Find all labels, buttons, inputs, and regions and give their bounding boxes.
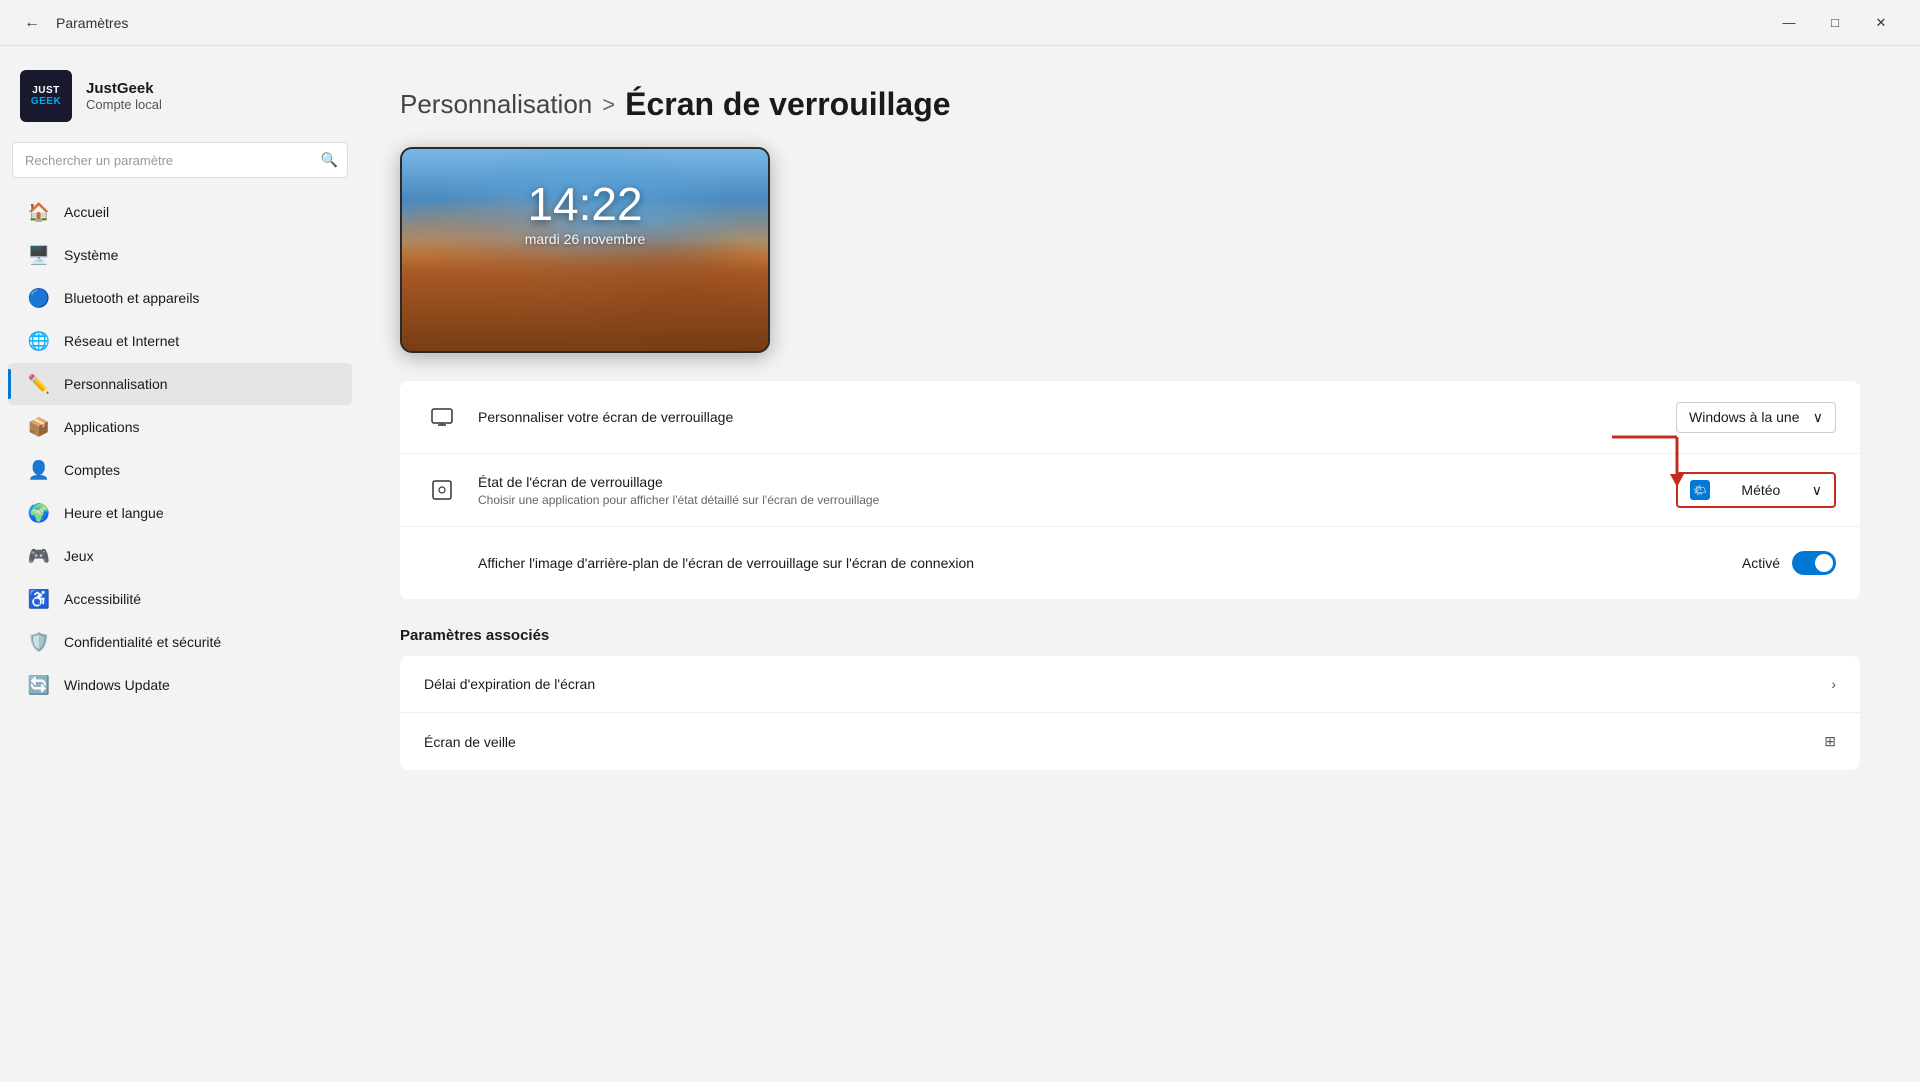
settings-row-etat: État de l'écran de verrouillage Choisir … [400, 454, 1860, 527]
titlebar: ← Paramètres — □ ✕ [0, 0, 1920, 46]
sidebar-item-reseau[interactable]: 🌐 Réseau et Internet [8, 320, 352, 362]
personnalisation-label: Personnalisation [64, 376, 168, 392]
lockscreen-preview: 14:22 mardi 26 novembre [400, 147, 770, 353]
arriere-plan-content: Afficher l'image d'arrière-plan de l'écr… [478, 555, 1742, 571]
reseau-icon: 🌐 [28, 330, 50, 352]
toggle-label: Activé [1742, 555, 1780, 571]
sidebar-item-applications[interactable]: 📦 Applications [8, 406, 352, 448]
breadcrumb-separator: > [602, 92, 615, 118]
logo-line2: GEEK [31, 96, 61, 107]
list-row-title-delai: Délai d'expiration de l'écran [424, 676, 1831, 692]
personnaliser-dropdown[interactable]: Windows à la une ∨ [1676, 402, 1836, 433]
logo-line1: JUST [32, 85, 60, 96]
accueil-label: Accueil [64, 204, 109, 220]
sidebar-item-comptes[interactable]: 👤 Comptes [8, 449, 352, 491]
personnaliser-title: Personnaliser votre écran de verrouillag… [478, 409, 1676, 425]
etat-control: 🌤 Météo ∨ [1676, 472, 1836, 508]
jeux-icon: 🎮 [28, 545, 50, 567]
bluetooth-icon: 🔵 [28, 287, 50, 309]
list-row-title-veille: Écran de veille [424, 734, 1824, 750]
sidebar-item-confidentialite[interactable]: 🛡️ Confidentialité et sécurité [8, 621, 352, 663]
etat-icon [424, 472, 460, 508]
windows-update-label: Windows Update [64, 677, 170, 693]
chevron-down-icon: ∨ [1813, 409, 1823, 426]
etat-content: État de l'écran de verrouillage Choisir … [478, 474, 1676, 507]
window-controls: — □ ✕ [1766, 0, 1904, 46]
user-role: Compte local [86, 97, 162, 112]
user-info: JustGeek Compte local [86, 80, 162, 112]
section-heading: Paramètres associés [400, 603, 1860, 656]
etat-dropdown-value: Météo [1741, 482, 1780, 498]
applications-icon: 📦 [28, 416, 50, 438]
lockscreen-date: mardi 26 novembre [525, 231, 646, 247]
comptes-icon: 👤 [28, 459, 50, 481]
confidentialite-label: Confidentialité et sécurité [64, 634, 221, 650]
sidebar-item-windows-update[interactable]: 🔄 Windows Update [8, 664, 352, 706]
search-icon: 🔍 [321, 152, 338, 169]
associated-settings-card: Délai d'expiration de l'écran›Écran de v… [400, 656, 1860, 770]
sidebar-item-bluetooth[interactable]: 🔵 Bluetooth et appareils [8, 277, 352, 319]
personnaliser-control: Windows à la une ∨ [1676, 402, 1836, 433]
sidebar-nav: 🏠 Accueil 🖥️ Système 🔵 Bluetooth et appareils… [0, 190, 360, 707]
sidebar-item-accessibilite[interactable]: ♿ Accessibilité [8, 578, 352, 620]
personnaliser-content: Personnaliser votre écran de verrouillag… [478, 409, 1676, 425]
search-container: 🔍 [12, 142, 348, 178]
list-row-delai[interactable]: Délai d'expiration de l'écran› [400, 656, 1860, 713]
sidebar-item-jeux[interactable]: 🎮 Jeux [8, 535, 352, 577]
accueil-icon: 🏠 [28, 201, 50, 223]
personnalisation-icon: ✏️ [28, 373, 50, 395]
lockscreen-time: 14:22 [527, 177, 642, 231]
sidebar-item-heure[interactable]: 🌍 Heure et langue [8, 492, 352, 534]
applications-label: Applications [64, 419, 140, 435]
arriere-plan-toggle[interactable] [1792, 551, 1836, 575]
user-name: JustGeek [86, 80, 162, 97]
settings-card-main: Personnaliser votre écran de verrouillag… [400, 381, 1860, 599]
jeux-label: Jeux [64, 548, 94, 564]
breadcrumb-parent: Personnalisation [400, 89, 592, 120]
sidebar-item-personnalisation[interactable]: ✏️ Personnalisation [8, 363, 352, 405]
app-body: JUST GEEK JustGeek Compte local 🔍 🏠 Accue… [0, 46, 1920, 1082]
sidebar-item-systeme[interactable]: 🖥️ Système [8, 234, 352, 276]
sidebar-profile: JUST GEEK JustGeek Compte local [0, 58, 360, 142]
sidebar: JUST GEEK JustGeek Compte local 🔍 🏠 Accue… [0, 46, 360, 1082]
meteo-app-icon: 🌤 [1690, 480, 1710, 500]
heure-icon: 🌍 [28, 502, 50, 524]
maximize-button[interactable]: □ [1812, 0, 1858, 46]
brand-logo: JUST GEEK [20, 70, 72, 122]
list-row-chevron-delai: › [1831, 676, 1836, 692]
arriere-plan-control: Activé [1742, 551, 1836, 575]
arriere-plan-title: Afficher l'image d'arrière-plan de l'écr… [478, 555, 1742, 571]
window-title: Paramètres [56, 15, 1766, 31]
comptes-label: Comptes [64, 462, 120, 478]
main-content: Personnalisation > Écran de verrouillage… [360, 46, 1920, 1082]
windows-update-icon: 🔄 [28, 674, 50, 696]
systeme-icon: 🖥️ [28, 244, 50, 266]
breadcrumb: Personnalisation > Écran de verrouillage [400, 86, 1860, 123]
heure-label: Heure et langue [64, 505, 164, 521]
confidentialite-icon: 🛡️ [28, 631, 50, 653]
etat-title: État de l'écran de verrouillage [478, 474, 1676, 490]
page-title: Écran de verrouillage [625, 86, 950, 123]
settings-row-arriere-plan: Afficher l'image d'arrière-plan de l'écr… [400, 527, 1860, 599]
minimize-button[interactable]: — [1766, 0, 1812, 46]
systeme-label: Système [64, 247, 118, 263]
back-button[interactable]: ← [16, 7, 48, 39]
etat-dropdown[interactable]: 🌤 Météo ∨ [1676, 472, 1836, 508]
bluetooth-label: Bluetooth et appareils [64, 290, 199, 306]
list-row-veille[interactable]: Écran de veille⊞ [400, 713, 1860, 770]
personnaliser-icon [424, 399, 460, 435]
close-button[interactable]: ✕ [1858, 0, 1904, 46]
reseau-label: Réseau et Internet [64, 333, 179, 349]
list-row-chevron-veille: ⊞ [1824, 733, 1836, 750]
accessibilite-label: Accessibilité [64, 591, 141, 607]
sidebar-item-accueil[interactable]: 🏠 Accueil [8, 191, 352, 233]
search-input[interactable] [12, 142, 348, 178]
chevron-down-icon: ∨ [1812, 482, 1822, 499]
accessibilite-icon: ♿ [28, 588, 50, 610]
personnaliser-dropdown-value: Windows à la une [1689, 409, 1800, 425]
red-arrow-annotation [1602, 432, 1692, 497]
etat-subtitle: Choisir une application pour afficher l'… [478, 493, 1676, 507]
